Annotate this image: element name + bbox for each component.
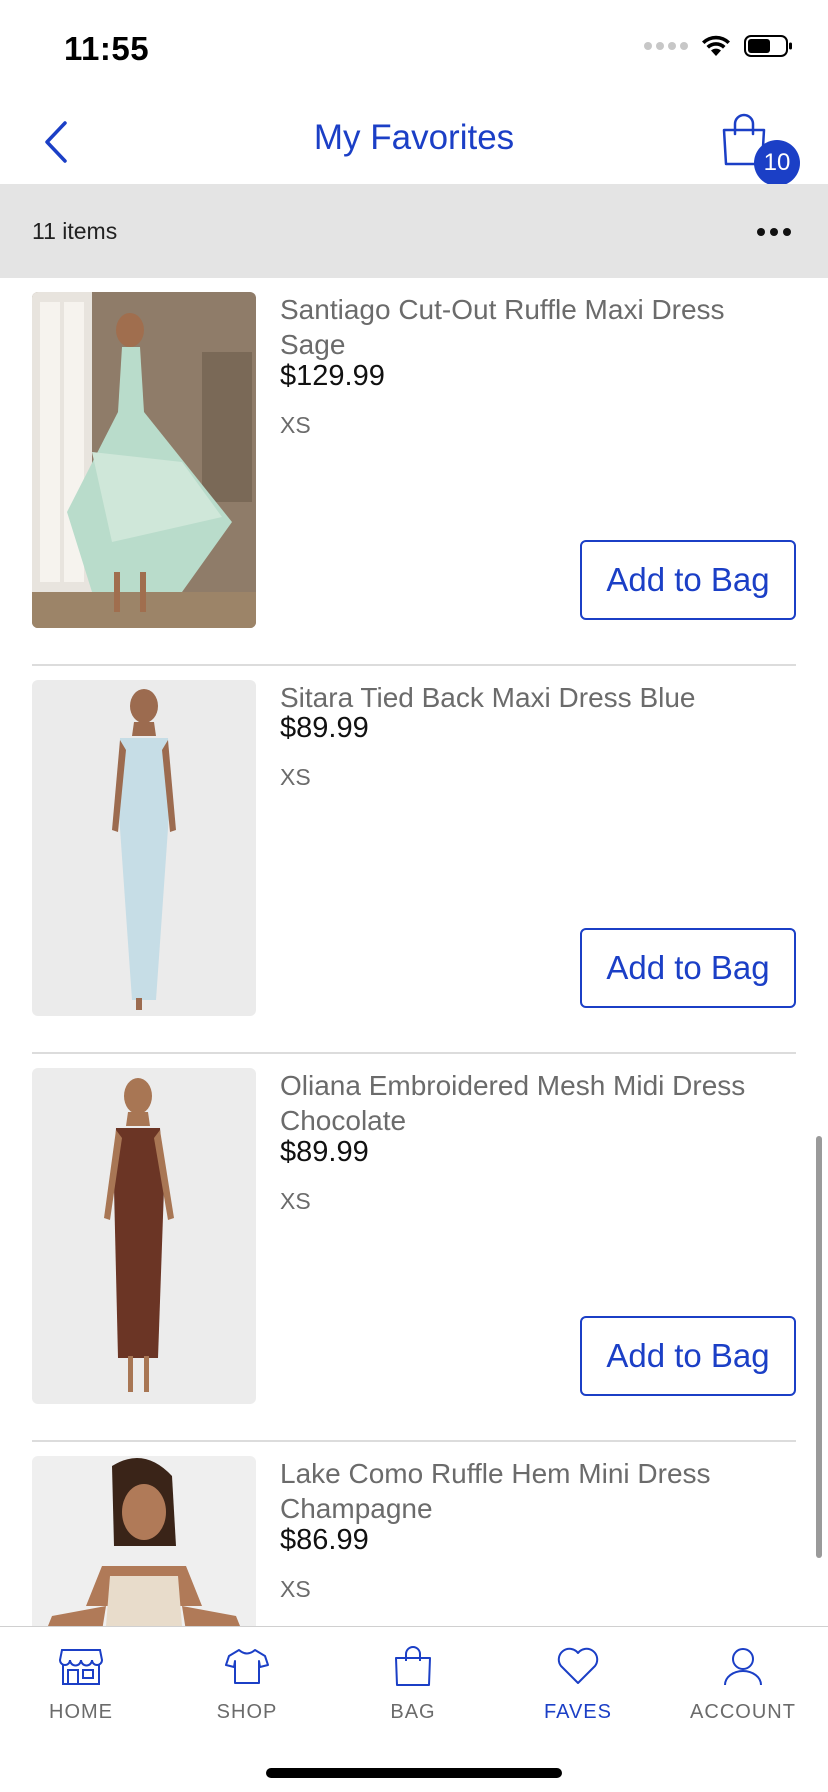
favorites-list: Santiago Cut-Out Ruffle Maxi Dress Sage … — [0, 278, 828, 1626]
person-icon — [724, 1648, 762, 1686]
home-indicator[interactable] — [266, 1768, 562, 1778]
status-icons — [644, 34, 794, 58]
status-time: 11:55 — [64, 30, 150, 67]
product-image[interactable] — [32, 1068, 256, 1404]
storefront-icon — [58, 1649, 104, 1685]
product-name[interactable]: Sitara Tied Back Maxi Dress Blue — [280, 680, 760, 715]
product-image[interactable] — [32, 680, 256, 1016]
product-name[interactable]: Santiago Cut-Out Ruffle Maxi Dress Sage — [280, 292, 760, 362]
list-header: 11 items — [0, 184, 828, 278]
tab-label: ACCOUNT — [690, 1701, 796, 1723]
product-size: XS — [280, 1188, 311, 1214]
battery-icon — [744, 35, 792, 57]
cellular-signal-icon — [644, 42, 688, 50]
tab-label: FAVES — [544, 1701, 612, 1723]
more-icon — [757, 228, 765, 236]
tab-label: HOME — [49, 1701, 113, 1723]
product-price: $129.99 — [280, 360, 385, 392]
product-price: $89.99 — [280, 712, 369, 744]
product-image[interactable] — [32, 292, 256, 628]
tab-faves[interactable]: FAVES — [503, 1641, 653, 1741]
tab-shop[interactable]: SHOP — [172, 1641, 322, 1741]
product-size: XS — [280, 764, 311, 790]
bag-icon — [395, 1646, 431, 1686]
cart-button[interactable]: 10 — [720, 108, 800, 186]
wifi-icon — [702, 35, 730, 56]
status-bar: 11:55 — [0, 0, 828, 100]
tab-account[interactable]: ACCOUNT — [668, 1641, 818, 1741]
product-price: $86.99 — [280, 1524, 369, 1556]
product-name[interactable]: Oliana Embroidered Mesh Midi Dress Choco… — [280, 1068, 760, 1138]
add-to-bag-button[interactable]: Add to Bag — [580, 928, 796, 1008]
items-count: 11 items — [32, 218, 118, 244]
product-image[interactable] — [32, 1456, 256, 1626]
tab-home[interactable]: HOME — [6, 1641, 156, 1741]
shirt-icon — [225, 1649, 269, 1684]
navigation-bar: My Favorites 10 — [0, 100, 828, 186]
add-to-bag-button[interactable]: Add to Bag — [580, 540, 796, 620]
scrollbar[interactable] — [816, 1136, 822, 1558]
cart-count-badge: 10 — [754, 140, 800, 186]
product-price: $89.99 — [280, 1136, 369, 1168]
more-options-button[interactable] — [750, 212, 798, 252]
product-size: XS — [280, 412, 311, 438]
heart-icon — [557, 1647, 599, 1684]
favorite-item[interactable]: Lake Como Ruffle Hem Mini Dress Champagn… — [32, 1442, 796, 1626]
favorite-item[interactable]: Oliana Embroidered Mesh Midi Dress Choco… — [32, 1054, 796, 1442]
tab-bag[interactable]: BAG — [338, 1641, 488, 1741]
product-size: XS — [280, 1576, 311, 1602]
tab-label: SHOP — [216, 1701, 278, 1723]
tab-label: BAG — [390, 1701, 436, 1723]
add-to-bag-button[interactable]: Add to Bag — [580, 1316, 796, 1396]
favorite-item[interactable]: Sitara Tied Back Maxi Dress Blue $89.99 … — [32, 666, 796, 1054]
page-title: My Favorites — [313, 118, 515, 157]
product-name[interactable]: Lake Como Ruffle Hem Mini Dress Champagn… — [280, 1456, 760, 1526]
favorite-item[interactable]: Santiago Cut-Out Ruffle Maxi Dress Sage … — [32, 278, 796, 666]
